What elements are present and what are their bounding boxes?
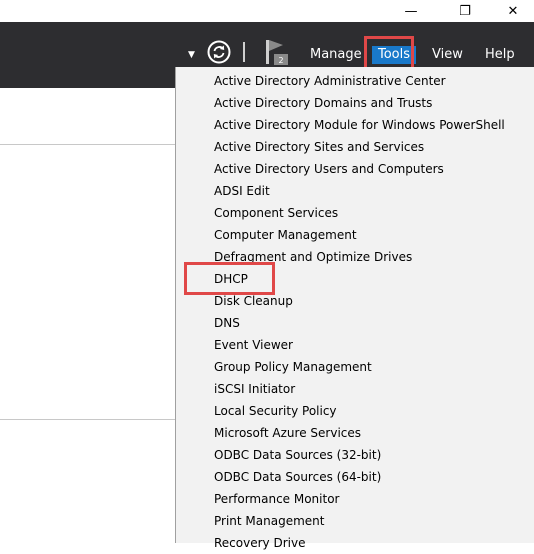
menu-item-ad-powershell-module[interactable]: Active Directory Module for Windows Powe… [214, 114, 505, 136]
divider [0, 144, 176, 145]
menu-help[interactable]: Help [485, 46, 515, 64]
left-pane [0, 88, 176, 543]
menu-item-azure-services[interactable]: Microsoft Azure Services [214, 422, 361, 444]
menu-item-performance-monitor[interactable]: Performance Monitor [214, 488, 339, 510]
menu-item-adsi-edit[interactable]: ADSI Edit [214, 180, 270, 202]
close-button[interactable]: ✕ [490, 0, 534, 22]
notifications-flag-icon[interactable]: 2 [264, 38, 290, 66]
menu-item-iscsi-initiator[interactable]: iSCSI Initiator [214, 378, 295, 400]
chevron-down-icon[interactable]: ▼ [188, 50, 195, 60]
dhcp-highlight-box [184, 262, 275, 295]
menu-item-ad-sites-services[interactable]: Active Directory Sites and Services [214, 136, 424, 158]
menu-item-odbc-64[interactable]: ODBC Data Sources (64-bit) [214, 466, 381, 488]
divider [0, 419, 176, 420]
title-bar: — ❐ ✕ [0, 0, 534, 22]
menu-item-local-security-policy[interactable]: Local Security Policy [214, 400, 337, 422]
menu-item-dns[interactable]: DNS [214, 312, 240, 334]
minimize-button[interactable]: — [388, 0, 434, 22]
menu-item-computer-management[interactable]: Computer Management [214, 224, 357, 246]
menu-item-ad-admin-center[interactable]: Active Directory Administrative Center [214, 70, 446, 92]
menu-item-ad-users-computers[interactable]: Active Directory Users and Computers [214, 158, 444, 180]
notification-count: 2 [278, 56, 283, 65]
tools-dropdown-menu: Active Directory Administrative Center A… [175, 67, 534, 550]
menu-manage[interactable]: Manage [310, 46, 362, 64]
toolbar-separator [243, 42, 245, 62]
menu-item-odbc-32[interactable]: ODBC Data Sources (32-bit) [214, 444, 381, 466]
menu-view[interactable]: View [432, 46, 463, 64]
menu-item-component-services[interactable]: Component Services [214, 202, 338, 224]
menu-item-group-policy[interactable]: Group Policy Management [214, 356, 372, 378]
menu-item-ad-domains-trusts[interactable]: Active Directory Domains and Trusts [214, 92, 432, 114]
menu-item-recovery-drive[interactable]: Recovery Drive [214, 532, 305, 554]
refresh-icon[interactable] [207, 40, 231, 64]
menu-item-print-management[interactable]: Print Management [214, 510, 324, 532]
restore-button[interactable]: ❐ [442, 0, 488, 22]
menu-item-event-viewer[interactable]: Event Viewer [214, 334, 293, 356]
